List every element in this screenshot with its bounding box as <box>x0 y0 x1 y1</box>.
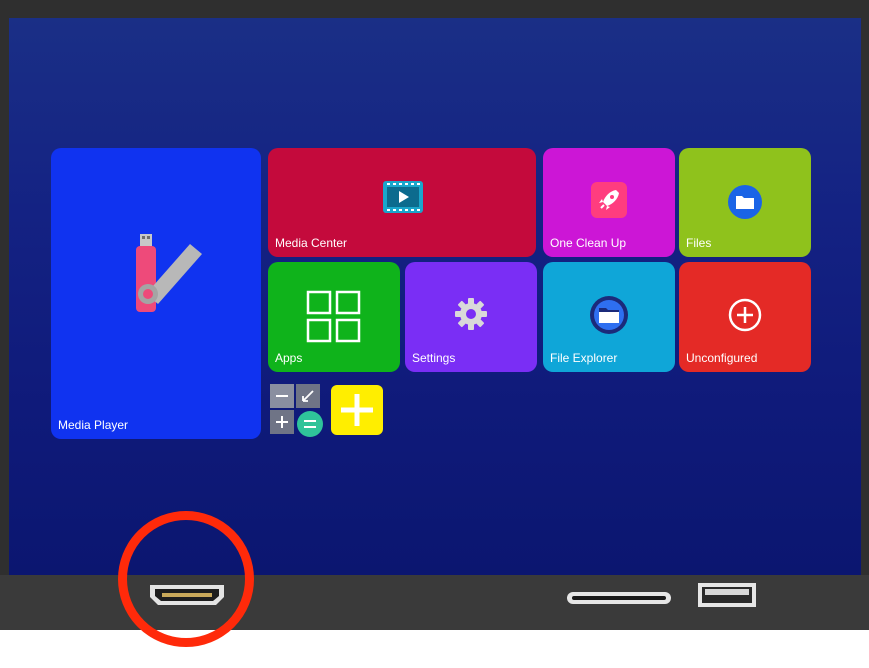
sd-card-slot <box>567 592 671 604</box>
tile-one-clean-up[interactable]: One Clean Up <box>543 148 675 257</box>
tile-media-center[interactable]: Media Center <box>268 148 536 257</box>
hdmi-port <box>150 585 224 605</box>
tile-label: Apps <box>275 351 303 365</box>
tile-files[interactable]: Files <box>679 148 811 257</box>
tile-label: Settings <box>412 351 456 365</box>
tile-label: Unconfigured <box>686 351 758 365</box>
calculator-icon[interactable] <box>270 384 328 438</box>
tile-file-explorer[interactable]: File Explorer <box>543 262 675 372</box>
tile-unconfigured[interactable]: Unconfigured <box>679 262 811 372</box>
device-bottom-bar <box>0 575 869 630</box>
usb-drive-icon <box>136 234 202 312</box>
tv-box-device: Media Player Media Center One Clean Up F… <box>0 0 869 630</box>
folder-icon <box>728 185 762 219</box>
gear-icon <box>455 298 487 330</box>
tile-label: File Explorer <box>550 351 618 365</box>
launcher-screen: Media Player Media Center One Clean Up F… <box>9 18 861 575</box>
video-player-icon <box>383 181 423 213</box>
tile-label: Media Center <box>275 236 348 250</box>
file-explorer-icon <box>590 296 628 334</box>
add-icon[interactable] <box>331 385 383 435</box>
tile-label: Media Player <box>58 418 129 432</box>
usb-port <box>698 583 756 607</box>
add-circle-icon <box>728 298 762 332</box>
tile-label: One Clean Up <box>550 236 627 250</box>
rocket-icon <box>591 182 627 218</box>
tile-label: Files <box>686 236 712 250</box>
tile-media-player[interactable]: Media Player <box>51 148 261 439</box>
tile-apps[interactable]: Apps <box>268 262 400 372</box>
apps-grid-icon <box>306 290 361 343</box>
tile-settings[interactable]: Settings <box>405 262 537 372</box>
